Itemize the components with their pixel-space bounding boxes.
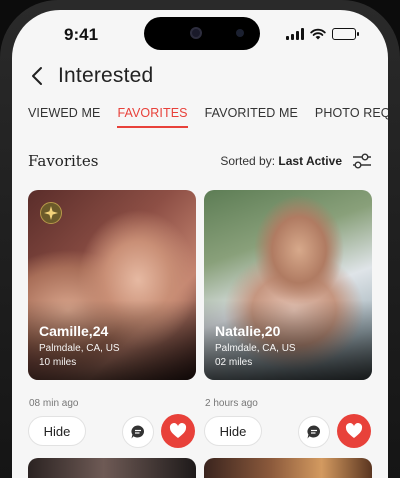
back-arrow-icon[interactable] bbox=[30, 66, 44, 86]
sparkle-icon bbox=[40, 202, 62, 224]
camera-icon bbox=[190, 27, 202, 39]
chat-icon bbox=[131, 425, 145, 439]
profile-location: Palmdale, CA, US bbox=[215, 343, 296, 354]
phone-frame: 9:41 Interested VIEWED ME FAVORITES FAVO… bbox=[0, 0, 400, 478]
page-header: Interested bbox=[30, 64, 153, 88]
tab-bar: VIEWED ME FAVORITES FAVORITED ME PHOTO R… bbox=[28, 106, 388, 128]
profile-distance: 10 miles bbox=[39, 357, 77, 368]
sensor-icon bbox=[236, 29, 244, 37]
tab-favorited-me[interactable]: FAVORITED ME bbox=[205, 106, 298, 128]
cellular-signal-icon bbox=[286, 28, 304, 40]
sort-label: Sorted by: Last Active bbox=[220, 154, 342, 168]
profile-card[interactable] bbox=[204, 458, 372, 478]
status-icons bbox=[286, 28, 359, 40]
last-active-time: 08 min ago bbox=[29, 398, 79, 409]
battery-icon bbox=[332, 28, 359, 40]
chat-button[interactable] bbox=[298, 416, 330, 448]
sort-control[interactable]: Sorted by: Last Active bbox=[220, 152, 372, 170]
profile-name: Natalie,20 bbox=[215, 323, 281, 339]
dynamic-island bbox=[144, 17, 260, 50]
tab-favorites[interactable]: FAVORITES bbox=[117, 106, 188, 128]
profile-card[interactable]: Camille,24 Palmdale, CA, US 10 miles bbox=[28, 190, 196, 380]
heart-icon bbox=[169, 423, 187, 438]
app-screen: 9:41 Interested VIEWED ME FAVORITES FAVO… bbox=[12, 10, 388, 478]
profile-info: Natalie,20 Palmdale, CA, US 02 miles bbox=[215, 323, 296, 368]
favorite-button[interactable] bbox=[161, 414, 195, 448]
profile-distance: 02 miles bbox=[215, 357, 253, 368]
profile-info: Camille,24 Palmdale, CA, US 10 miles bbox=[39, 323, 120, 368]
tab-viewed-me[interactable]: VIEWED ME bbox=[28, 106, 100, 128]
tab-photo-request[interactable]: PHOTO REQUEST bbox=[315, 106, 388, 128]
last-active-time: 2 hours ago bbox=[205, 398, 258, 409]
chat-button[interactable] bbox=[122, 416, 154, 448]
wifi-icon bbox=[310, 28, 326, 40]
hide-button[interactable]: Hide bbox=[204, 416, 262, 446]
profile-card[interactable]: Natalie,20 Palmdale, CA, US 02 miles bbox=[204, 190, 372, 380]
filter-icon[interactable] bbox=[352, 152, 372, 170]
status-time: 9:41 bbox=[64, 25, 99, 44]
profile-card[interactable] bbox=[28, 458, 196, 478]
section-title: Favorites bbox=[28, 152, 99, 170]
chat-icon bbox=[307, 425, 321, 439]
profile-location: Palmdale, CA, US bbox=[39, 343, 120, 354]
heart-icon bbox=[345, 423, 363, 438]
sort-prefix: Sorted by: bbox=[220, 154, 276, 168]
hide-button[interactable]: Hide bbox=[28, 416, 86, 446]
page-title: Interested bbox=[58, 64, 154, 87]
profile-name: Camille,24 bbox=[39, 323, 109, 339]
sort-value: Last Active bbox=[278, 154, 342, 168]
favorite-button[interactable] bbox=[337, 414, 371, 448]
